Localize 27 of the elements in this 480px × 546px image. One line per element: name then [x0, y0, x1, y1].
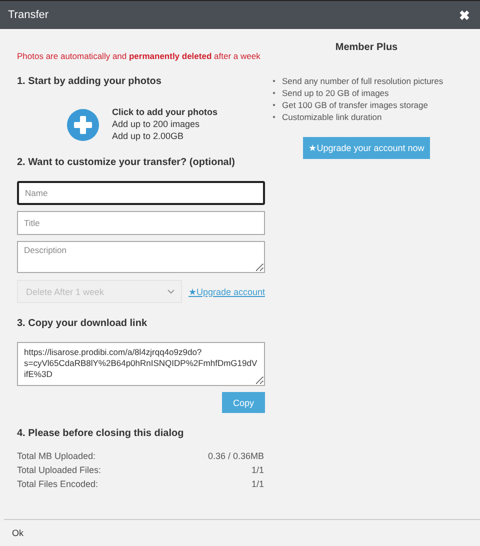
window-title: Transfer [8, 9, 49, 21]
feature-item: Customizable link duration [273, 111, 444, 123]
section-heading: 1. Start by adding your photos [17, 76, 162, 87]
stat-value: 1/1 [251, 465, 264, 475]
close-button[interactable]: ✖ [459, 8, 470, 22]
stat-label: Total MB Uploaded: [17, 451, 96, 461]
feature-item: Send up to 20 GB of images [273, 87, 444, 99]
limit-text: Add up to 2.00GB [112, 130, 185, 142]
limit-text: Add up to 200 images [112, 118, 201, 130]
text-field[interactable]: Title [17, 211, 265, 235]
feature-item: Send any number of full resolution pictures [273, 75, 444, 87]
link-field[interactable]: https://lisarose.prodibi.com/a/8l4zjrqq4o9z9do?s=cyVl65CdaRB8lY%2B64p0hRnISNQIDP%2FmhfDmG19dVifE%3D [17, 342, 265, 386]
add-photos-label[interactable]: Click to add your photos [112, 107, 218, 117]
add-photos-icon[interactable] [67, 108, 99, 140]
section-heading: 4. Please before closing this dialog [17, 428, 185, 439]
warning-text: Photos are automatically and permanently deleted after a week [17, 51, 262, 61]
ok-button[interactable]: Ok [12, 528, 24, 538]
text-field[interactable]: Name [17, 181, 265, 205]
stat-label: Total Files Encoded: [17, 479, 98, 489]
stat-value: 0.36 / 0.36MB [208, 451, 264, 461]
section-heading: 3. Copy your download link [17, 318, 148, 329]
plan-title: Member Plus [335, 42, 398, 53]
stat-label: Total Uploaded Files: [17, 465, 102, 475]
section-heading: 2. Want to customize your transfer? (optional) [17, 157, 236, 168]
feature-item: Get 100 GB of transfer images storage [273, 99, 444, 111]
stat-value: 1/1 [251, 479, 264, 489]
description-field[interactable]: Description [17, 241, 265, 273]
